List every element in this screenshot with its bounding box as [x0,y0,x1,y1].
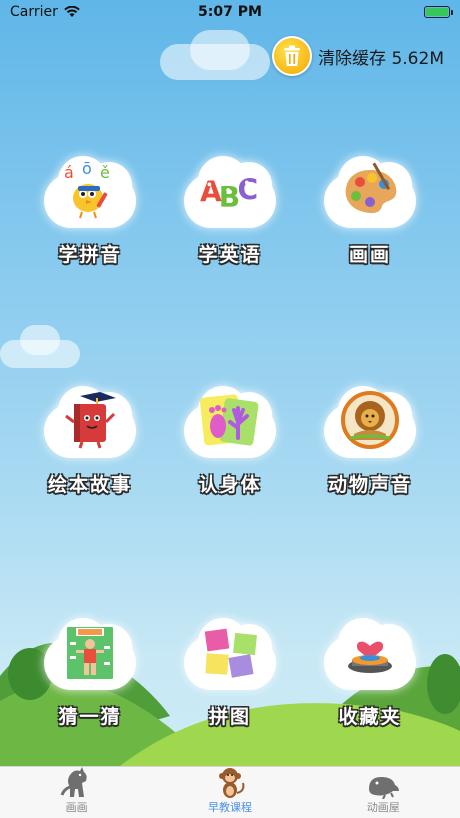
grid-item-label: 学英语 [198,244,262,266]
grid-item-label: 动物声音 [327,474,412,496]
clear-cache-button[interactable]: 清除缓存 5.62M [272,36,444,76]
battery-icon [424,6,453,18]
svg-text:C: C [238,173,259,206]
cloud-badge: á ō ě [38,150,142,234]
tab-drawing[interactable]: 画画 [0,767,153,818]
grid-item-drawing[interactable]: 画画 [310,150,430,267]
heart-box-icon [340,622,400,682]
tab-early-education[interactable]: 早教课程 [153,767,306,818]
tab-label: 早教课程 [207,801,252,814]
grid-item-label: 认身体 [198,474,262,496]
grid-item-label: 收藏夹 [338,706,402,728]
storybook-icon [60,390,120,450]
grid-item-english[interactable]: A B C 学英语 [170,150,290,267]
svg-text:ě: ě [100,163,110,182]
wifi-icon [64,6,80,17]
cloud-badge: A B C [178,150,282,234]
status-left: Carrier [10,4,80,20]
dinosaur-icon [60,765,94,799]
paint-palette-icon [340,160,400,220]
hand-foot-icon [200,390,260,450]
grid-item-body[interactable]: 认身体 [170,380,290,497]
svg-text:á: á [64,163,74,182]
status-bar: Carrier 5:07 PM [0,0,460,24]
cloud-badge [318,150,422,234]
background-cloud [20,325,60,355]
background-cloud [190,30,250,70]
grid-item-label: 绘本故事 [47,474,132,496]
grid-item-pinyin[interactable]: á ō ě 学拼音 [30,150,150,267]
cloud-badge [178,612,282,696]
tab-animation-house[interactable]: 动画屋 [307,767,460,818]
tab-label: 画画 [65,801,88,814]
lion-icon [340,390,400,450]
grid-item-label: 猜一猜 [58,706,122,728]
pinyin-bird-icon: á ō ě [60,160,120,220]
grid-item-storybook[interactable]: 绘本故事 [30,380,150,497]
monkey-icon [213,765,247,799]
tab-bar: 画画 早教课程 动画屋 [0,766,460,818]
svg-text:ō: ō [82,160,92,178]
cloud-badge [318,612,422,696]
clear-cache-label: 清除缓存 5.62M [318,48,444,69]
carrier-label: Carrier [10,4,58,20]
puzzle-icon [200,622,260,682]
seal-icon [365,767,401,799]
grid-item-animal-sounds[interactable]: 动物声音 [310,380,430,497]
grid-item-puzzle[interactable]: 拼图 [170,612,290,729]
grid-item-guess[interactable]: 猜一猜 [30,612,150,729]
cloud-badge [318,380,422,464]
body-chart-icon [60,622,120,682]
grid-item-label: 拼图 [208,706,251,728]
grid-item-label: 学拼音 [58,244,122,266]
cloud-badge [178,380,282,464]
cloud-badge [38,380,142,464]
grid-item-favorites[interactable]: 收藏夹 [310,612,430,729]
trash-icon [272,36,313,76]
tab-label: 动画屋 [366,801,400,814]
grid-item-label: 画画 [348,244,391,266]
cloud-badge [38,612,142,696]
abc-letters-icon: A B C [200,160,260,220]
